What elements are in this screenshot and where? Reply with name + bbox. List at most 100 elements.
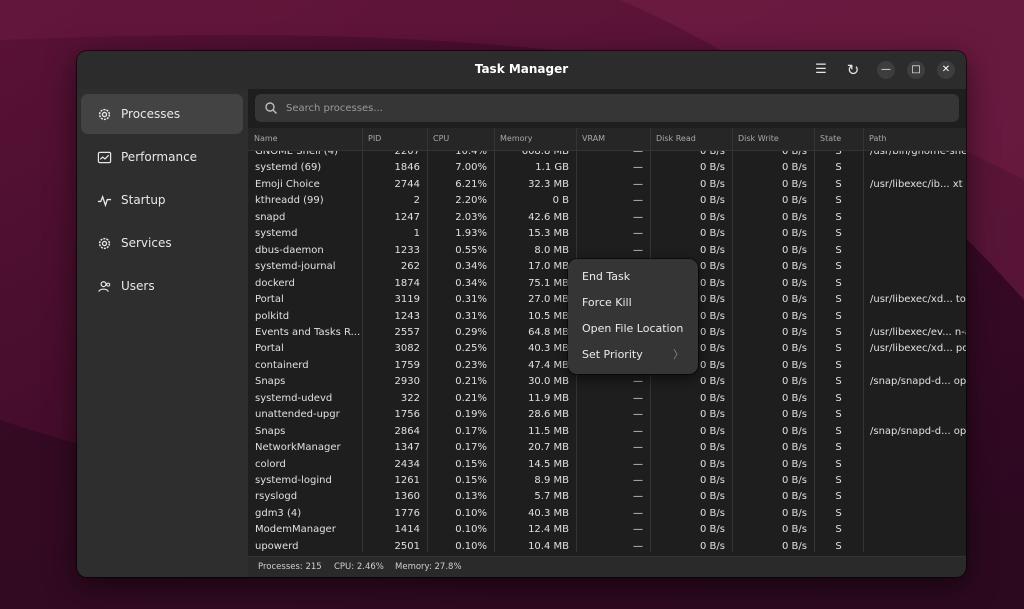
menu-item-force-kill[interactable]: Force Kill	[568, 290, 698, 316]
sidebar-item-performance[interactable]: Performance	[81, 137, 243, 177]
minimize-button[interactable]: —	[877, 61, 895, 79]
cell-path	[870, 160, 966, 177]
cell-cpu: 0.10%	[455, 524, 487, 536]
cell-name: dockerd	[255, 277, 295, 289]
cell-name: upowerd	[255, 540, 299, 552]
cell-cpu: 0.10%	[455, 540, 487, 552]
cell-vram: —	[633, 244, 643, 256]
cell-pid: 1756	[394, 409, 420, 421]
table-row[interactable]: Emoji Choice 2744 6.21% 32.3 MB — 0 B/s 0 B/s S…	[248, 177, 966, 194]
sidebar-item-startup[interactable]: Startup	[81, 180, 243, 220]
cell-name: Portal	[255, 343, 284, 355]
cell-cpu: 0.31%	[455, 310, 487, 322]
table-row[interactable]: NetworkManager 1347 0.17% 20.7 MB — 0 B/s 0 B/…	[248, 440, 966, 457]
cell-disk-write: 0 B/s	[782, 228, 807, 240]
cell-memory: 20.7 MB	[528, 442, 569, 454]
sidebar-item-processes[interactable]: Processes	[81, 94, 243, 134]
cell-path	[870, 309, 966, 326]
cell-vram: —	[633, 442, 643, 454]
cell-disk-write: 0 B/s	[782, 343, 807, 355]
menu-item-open-file-location[interactable]: Open File Location	[568, 316, 698, 342]
refresh-icon[interactable]: ↻	[843, 60, 863, 80]
cell-cpu: 7.00%	[455, 162, 487, 174]
column-header-vram[interactable]: VRAM	[576, 128, 650, 150]
cell-memory: 14.5 MB	[528, 458, 569, 470]
sidebar-item-services[interactable]: Services	[81, 223, 243, 263]
cell-disk-write: 0 B/s	[782, 507, 807, 519]
cell-disk-write: 0 B/s	[782, 195, 807, 207]
cell-name: systemd-udevd	[255, 392, 333, 404]
column-header-disk-read[interactable]: Disk Read	[650, 128, 732, 150]
cell-memory: 5.7 MB	[534, 491, 569, 503]
status-memory: Memory: 27.8%	[395, 562, 462, 572]
users-icon	[96, 278, 112, 294]
column-header-cpu[interactable]: CPU	[427, 128, 494, 150]
table-row[interactable]: Snaps 2864 0.17% 11.5 MB — 0 B/s 0 B/s S/snap/s…	[248, 424, 966, 441]
cell-state: S	[835, 277, 842, 289]
cell-pid: 1243	[394, 310, 420, 322]
table-row[interactable]: dbus-daemon 1233 0.55% 8.0 MB — 0 B/s 0 B/s S	[248, 243, 966, 260]
cell-state: S	[835, 228, 842, 240]
column-header-path[interactable]: Path	[863, 128, 966, 150]
cell-cpu: 0.19%	[455, 409, 487, 421]
cell-state: S	[835, 211, 842, 223]
cell-vram: —	[633, 425, 643, 437]
table-row[interactable]: kthreadd (99) 2 2.20% 0 B — 0 B/s 0 B/s S	[248, 193, 966, 210]
table-row[interactable]: rsyslogd 1360 0.13% 5.7 MB — 0 B/s 0 B/s S	[248, 489, 966, 506]
column-header-memory[interactable]: Memory	[494, 128, 576, 150]
column-header-disk-write[interactable]: Disk Write	[732, 128, 814, 150]
cell-cpu: 6.21%	[455, 178, 487, 190]
cell-pid: 1846	[394, 162, 420, 174]
cell-memory: 11.9 MB	[528, 392, 569, 404]
cell-state: S	[835, 359, 842, 371]
cell-vram: —	[633, 475, 643, 486]
search-input[interactable]	[286, 102, 926, 114]
column-header-name[interactable]: Name	[248, 128, 362, 150]
cell-path	[870, 210, 966, 227]
table-row[interactable]: systemd-logind 1261 0.15% 8.9 MB — 0 B/s 0 B/s…	[248, 473, 966, 490]
table-row[interactable]: unattended-upgr 1756 0.19% 28.6 MB — 0 B/s 0 B…	[248, 407, 966, 424]
cell-memory: 12.4 MB	[528, 524, 569, 536]
sidebar-item-users[interactable]: Users	[81, 266, 243, 306]
cell-memory: 30.0 MB	[528, 376, 569, 388]
cell-vram: —	[633, 524, 643, 536]
cell-cpu: 0.31%	[455, 294, 487, 306]
table-row[interactable]: systemd 1 1.93% 15.3 MB — 0 B/s 0 B/s S	[248, 226, 966, 243]
maximize-button[interactable]: □	[907, 61, 925, 79]
table-row[interactable]: ModemManager 1414 0.10% 12.4 MB — 0 B/s 0 B/s S	[248, 522, 966, 539]
cell-disk-write: 0 B/s	[782, 294, 807, 306]
table-row[interactable]: upowerd 2501 0.10% 10.4 MB — 0 B/s 0 B/s S	[248, 539, 966, 552]
column-header-pid[interactable]: PID	[362, 128, 427, 150]
cell-disk-read: 0 B/s	[700, 409, 725, 421]
cell-name: colord	[255, 458, 286, 470]
cell-name: ModemManager	[255, 524, 336, 536]
menu-icon[interactable]: ☰	[811, 60, 831, 80]
cell-memory: 75.1 MB	[528, 277, 569, 289]
table-row[interactable]: systemd-udevd 322 0.21% 11.9 MB — 0 B/s 0 B/s S	[248, 391, 966, 408]
cell-memory: 10.4 MB	[528, 540, 569, 552]
cell-state: S	[835, 507, 842, 519]
cell-state: S	[835, 409, 842, 421]
table-row[interactable]: colord 2434 0.15% 14.5 MB — 0 B/s 0 B/s S	[248, 457, 966, 474]
titlebar: Task Manager ☰ ↻ — □ ✕	[77, 51, 966, 89]
table-row[interactable]: systemd (69) 1846 7.00% 1.1 GB — 0 B/s 0 B/s S	[248, 160, 966, 177]
cell-cpu: 2.20%	[455, 195, 487, 207]
close-button[interactable]: ✕	[937, 61, 955, 79]
cell-disk-read: 0 B/s	[700, 475, 725, 486]
table-row[interactable]: Snaps 2930 0.21% 30.0 MB — 0 B/s 0 B/s S/snap/s…	[248, 374, 966, 391]
cell-pid: 3119	[394, 294, 420, 306]
cell-disk-read: 0 B/s	[700, 524, 725, 536]
cell-disk-write: 0 B/s	[782, 458, 807, 470]
column-header-state[interactable]: State	[814, 128, 863, 150]
cell-cpu: 0.21%	[455, 392, 487, 404]
menu-item-end-task[interactable]: End Task	[568, 264, 698, 290]
menu-item-set-priority[interactable]: Set Priority 〉	[568, 342, 698, 368]
cell-disk-read: 0 B/s	[700, 540, 725, 552]
table-row[interactable]: snapd 1247 2.03% 42.6 MB — 0 B/s 0 B/s S	[248, 210, 966, 227]
cell-state: S	[835, 294, 842, 306]
cell-pid: 1360	[394, 491, 420, 503]
table-row[interactable]: gdm3 (4) 1776 0.10% 40.3 MB — 0 B/s 0 B/s S	[248, 506, 966, 523]
cell-vram: —	[633, 458, 643, 470]
cell-name: systemd-logind	[255, 475, 332, 486]
cell-pid: 262	[400, 261, 420, 273]
